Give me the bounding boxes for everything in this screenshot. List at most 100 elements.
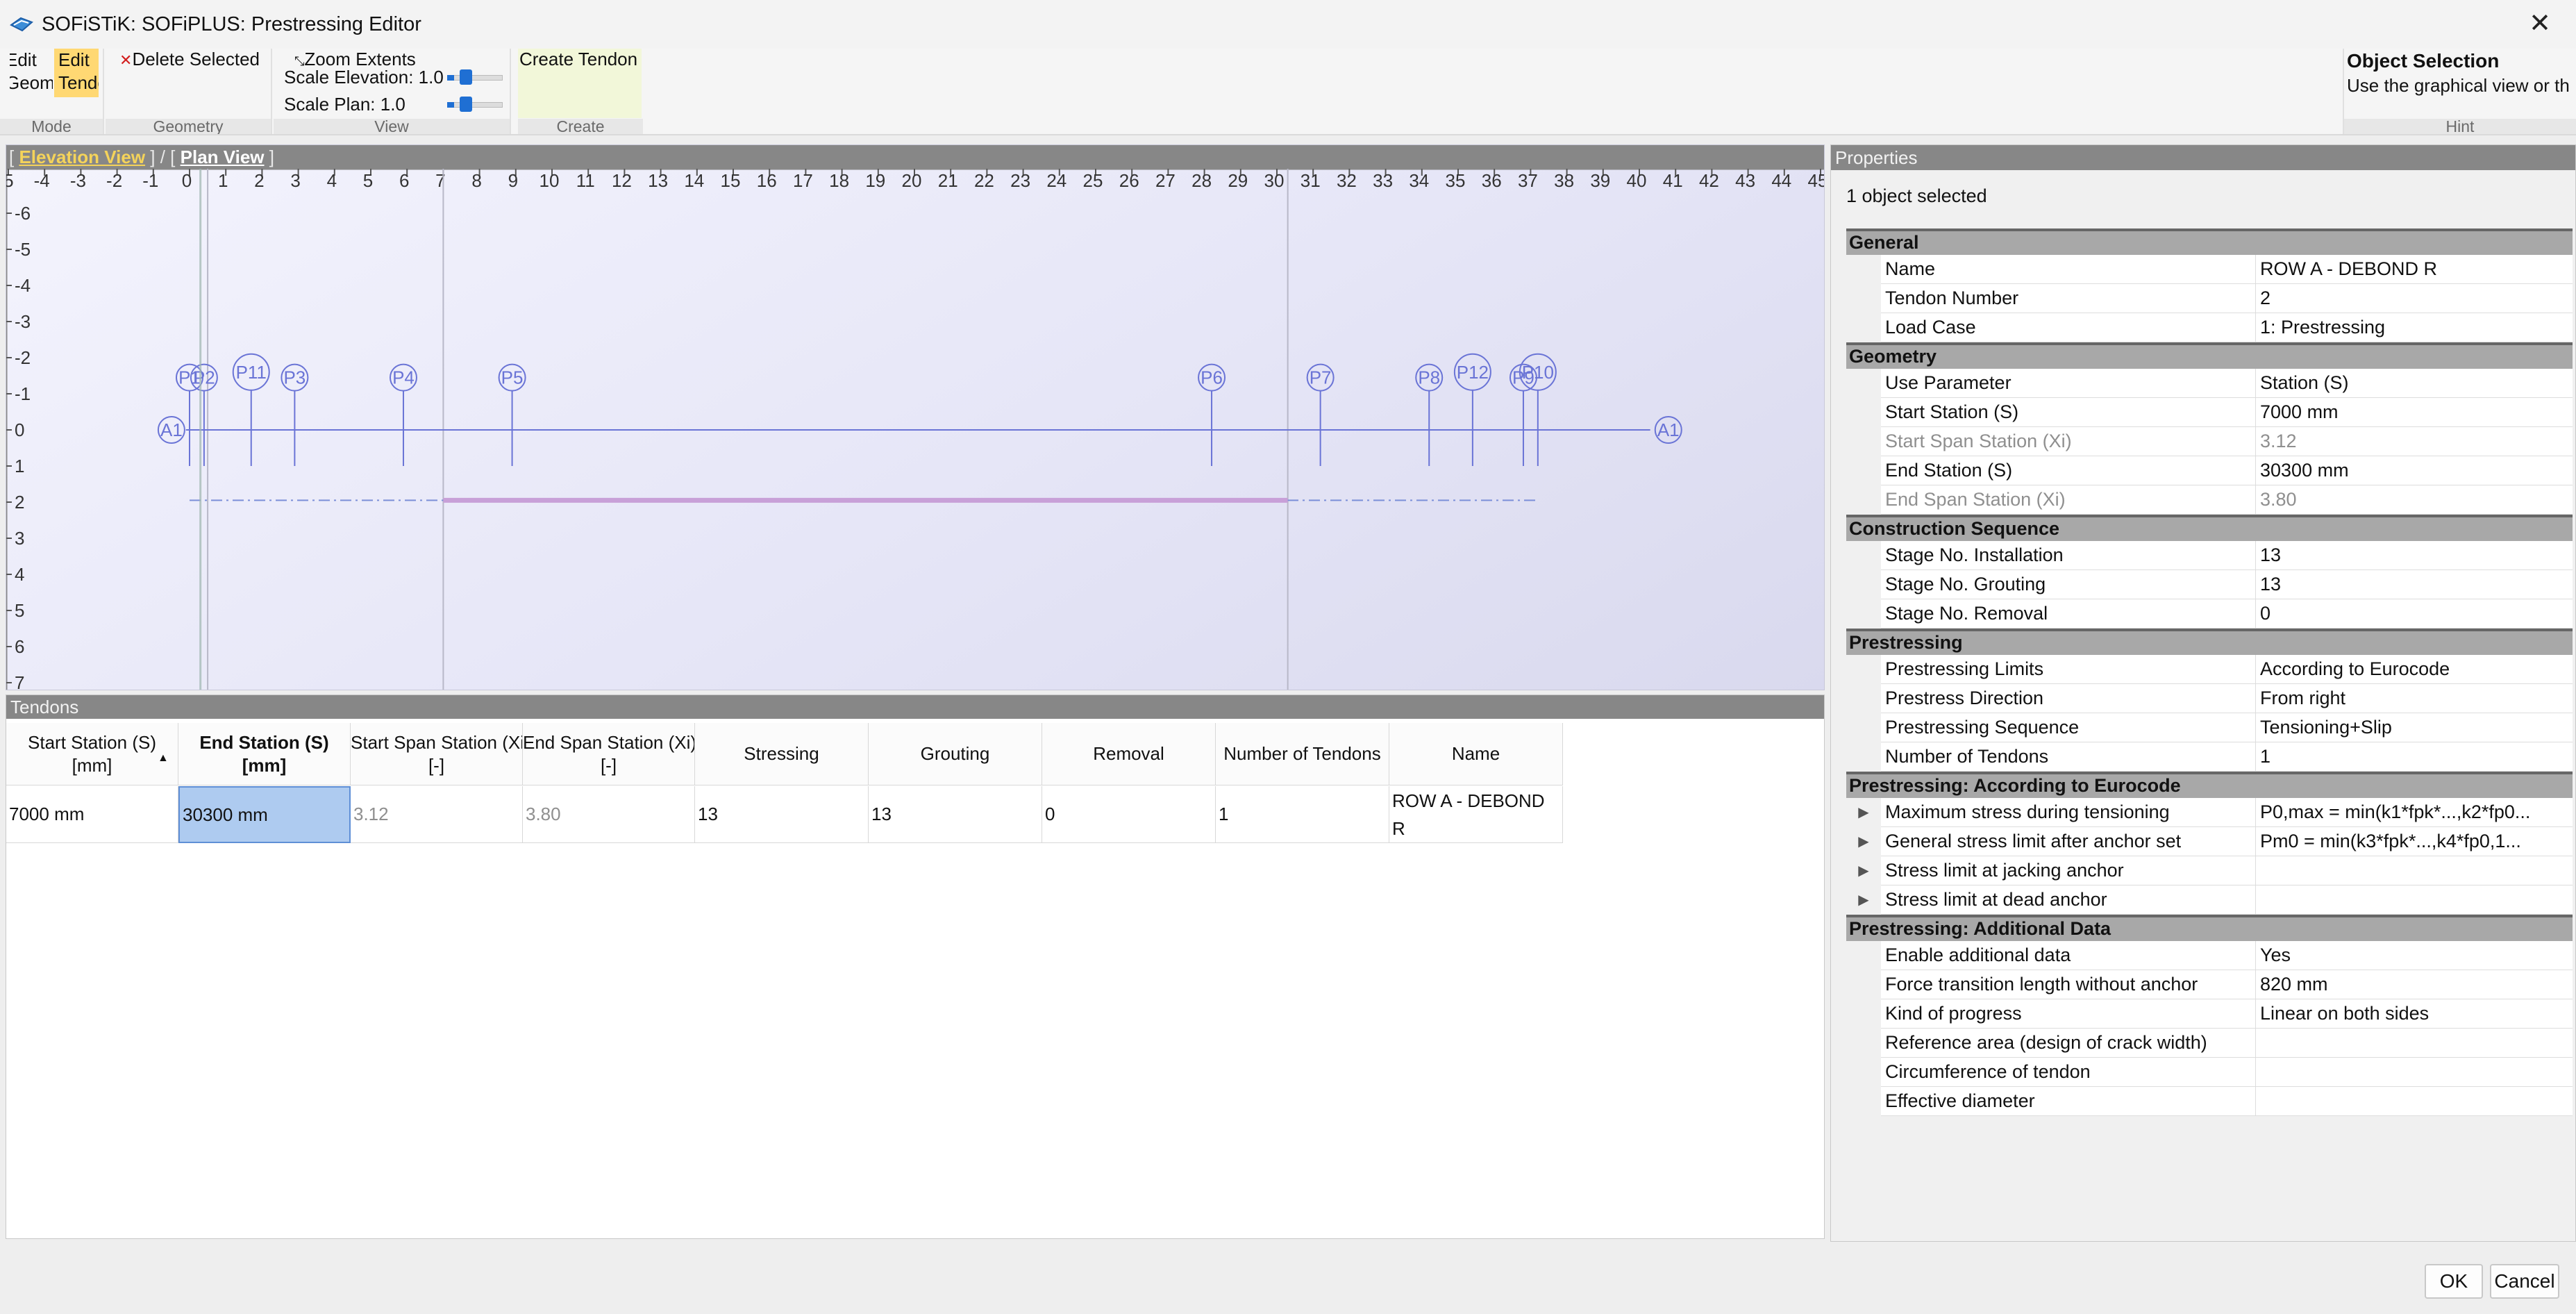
property-value[interactable]: From right	[2256, 684, 2573, 713]
column-header[interactable]: Start Station (S) [mm] ▲	[6, 723, 178, 785]
property-value[interactable]	[2256, 856, 2573, 885]
property-row[interactable]: ▶ Stress limit at jacking anchor	[1846, 856, 2573, 885]
property-value[interactable]: Yes	[2256, 941, 2573, 970]
x-tick-label: 26	[1119, 170, 1139, 191]
table-row[interactable]: 7000 mm 30300 mm 3.12 3.80 13 13 0 1 ROW A - DEB…	[6, 786, 1563, 843]
property-category[interactable]: Prestressing: According to Eurocode	[1846, 772, 2573, 798]
property-value[interactable]: 0	[2256, 599, 2573, 629]
table-cell[interactable]: 13	[695, 786, 869, 843]
property-value[interactable]: 1: Prestressing	[2256, 313, 2573, 342]
property-row[interactable]: Reference area (design of crack width)	[1846, 1029, 2573, 1058]
pier-label: P11	[236, 362, 267, 383]
table-cell[interactable]: 3.80	[523, 786, 695, 843]
property-row[interactable]: End Station (S) 30300 mm	[1846, 456, 2573, 485]
property-row[interactable]: Effective diameter	[1846, 1087, 2573, 1116]
table-cell[interactable]: 30300 mm	[178, 786, 351, 843]
property-value[interactable]: 2	[2256, 284, 2573, 313]
property-value[interactable]: 1	[2256, 742, 2573, 772]
property-key: Maximum stress during tensioning	[1881, 798, 2256, 827]
property-value[interactable]: 3.80	[2256, 485, 2573, 515]
property-row[interactable]: Prestress Direction From right	[1846, 684, 2573, 713]
slider-thumb[interactable]	[460, 69, 472, 85]
expand-arrow-icon[interactable]: ▶	[1846, 856, 1881, 885]
property-row[interactable]: Force transition length without anchor 82…	[1846, 970, 2573, 999]
property-category[interactable]: Geometry	[1846, 342, 2573, 369]
property-row[interactable]: Stage No. Installation 13	[1846, 541, 2573, 570]
slider-thumb[interactable]	[460, 97, 472, 112]
column-header[interactable]: Removal	[1042, 723, 1216, 785]
property-value[interactable]: Pm0 = min(k3*fpk*...,k4*fp0,1...	[2256, 827, 2573, 856]
close-icon[interactable]: ✕	[2523, 8, 2557, 40]
column-header[interactable]: End Span Station (Xi) [-]	[523, 723, 695, 785]
tab-elevation-view[interactable]: Elevation View	[19, 147, 145, 167]
property-value[interactable]	[2256, 1087, 2573, 1116]
table-cell[interactable]: 0	[1042, 786, 1216, 843]
expand-arrow-icon[interactable]: ▶	[1846, 827, 1881, 856]
property-row[interactable]: End Span Station (Xi) 3.80	[1846, 485, 2573, 515]
property-row[interactable]: Start Station (S) 7000 mm	[1846, 398, 2573, 427]
property-row[interactable]: Use Parameter Station (S)	[1846, 369, 2573, 398]
property-value[interactable]	[2256, 1058, 2573, 1087]
property-row[interactable]: Tendon Number 2	[1846, 284, 2573, 313]
property-row[interactable]: Stage No. Grouting 13	[1846, 570, 2573, 599]
property-value[interactable]: P0,max = min(k1*fpk*...,k2*fp0...	[2256, 798, 2573, 827]
property-row[interactable]: Stage No. Removal 0	[1846, 599, 2573, 629]
table-cell[interactable]: 13	[869, 786, 1042, 843]
property-value[interactable]: Linear on both sides	[2256, 999, 2573, 1029]
property-value[interactable]: ROW A - DEBOND R	[2256, 255, 2573, 284]
property-value[interactable]: According to Eurocode	[2256, 655, 2573, 684]
property-value[interactable]: 3.12	[2256, 427, 2573, 456]
scale-plan-slider[interactable]	[447, 97, 503, 112]
table-cell[interactable]: ROW A - DEBOND R	[1389, 786, 1563, 843]
property-value[interactable]: Station (S)	[2256, 369, 2573, 398]
property-category[interactable]: General	[1846, 228, 2573, 255]
x-tick-label: -3	[70, 170, 86, 191]
cancel-button[interactable]: Cancel	[2490, 1264, 2559, 1299]
expand-arrow-icon[interactable]: ▶	[1846, 798, 1881, 827]
property-row[interactable]: Number of Tendons 1	[1846, 742, 2573, 772]
property-row[interactable]: ▶ General stress limit after anchor set Pm…	[1846, 827, 2573, 856]
property-value[interactable]: 30300 mm	[2256, 456, 2573, 485]
property-key: Force transition length without anchor	[1881, 970, 2256, 999]
property-row[interactable]: ▶ Stress limit at dead anchor	[1846, 885, 2573, 915]
table-cell[interactable]: 7000 mm	[6, 786, 178, 843]
column-header[interactable]: Number of Tendons	[1216, 723, 1389, 785]
column-header[interactable]: Start Span Station (Xi) [-]	[351, 723, 523, 785]
table-cell[interactable]: 3.12	[351, 786, 523, 843]
expand-arrow-icon[interactable]: ▶	[1846, 885, 1881, 915]
property-row[interactable]: Name ROW A - DEBOND R	[1846, 255, 2573, 284]
elevation-view-panel[interactable]: [ Elevation View ] / [ Plan View ] -5-4-…	[6, 144, 1825, 690]
table-cell[interactable]: 1	[1216, 786, 1389, 843]
column-header[interactable]: Name	[1389, 723, 1563, 785]
property-row[interactable]: Prestressing Limits According to Eurocode	[1846, 655, 2573, 684]
column-header[interactable]: Stressing	[695, 723, 869, 785]
property-row[interactable]: Start Span Station (Xi) 3.12	[1846, 427, 2573, 456]
tab-plan-view[interactable]: Plan View	[181, 147, 265, 167]
delete-selected-button[interactable]: ✕Delete Selected	[119, 49, 260, 71]
property-value[interactable]: Tensioning+Slip	[2256, 713, 2573, 742]
property-value[interactable]	[2256, 1029, 2573, 1058]
column-header[interactable]: Grouting	[869, 723, 1042, 785]
property-value[interactable]: 13	[2256, 541, 2573, 570]
property-category[interactable]: Prestressing: Additional Data	[1846, 915, 2573, 941]
property-row[interactable]: Enable additional data Yes	[1846, 941, 2573, 970]
edit-tendon-button[interactable]: Edit Tendon	[54, 49, 99, 97]
ok-button[interactable]: OK	[2425, 1264, 2483, 1299]
property-row[interactable]: Prestressing Sequence Tensioning+Slip	[1846, 713, 2573, 742]
property-row[interactable]: ▶ Maximum stress during tensioning P0,max …	[1846, 798, 2573, 827]
property-value[interactable]: 7000 mm	[2256, 398, 2573, 427]
property-category[interactable]: Prestressing	[1846, 629, 2573, 655]
property-row[interactable]: Circumference of tendon	[1846, 1058, 2573, 1087]
property-category[interactable]: Construction Sequence	[1846, 515, 2573, 541]
edit-geometry-button[interactable]: Edit Geometry	[10, 49, 53, 97]
scale-elevation-slider[interactable]	[447, 69, 503, 85]
property-row[interactable]: Kind of progress Linear on both sides	[1846, 999, 2573, 1029]
property-row[interactable]: Load Case 1: Prestressing	[1846, 313, 2573, 342]
property-value[interactable]: 13	[2256, 570, 2573, 599]
property-value[interactable]: 820 mm	[2256, 970, 2573, 999]
create-tendon-button[interactable]: Create Tendon	[518, 49, 642, 118]
column-header[interactable]: End Station (S) [mm]	[178, 723, 351, 785]
property-value[interactable]	[2256, 885, 2573, 915]
elevation-canvas[interactable]: -5-4-3-2-1012345678910111213141516171819…	[6, 169, 1825, 690]
sort-ascending-icon[interactable]: ▲	[158, 747, 169, 770]
